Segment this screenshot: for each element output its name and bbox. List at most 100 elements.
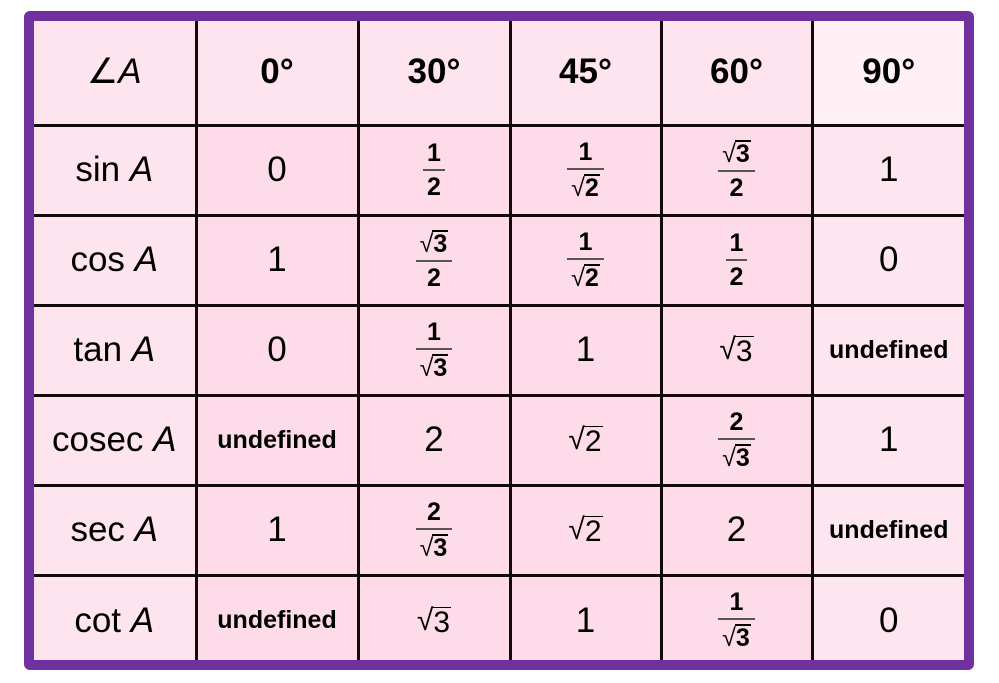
undefined-text: undefined [829, 515, 949, 544]
value-text: 0 [879, 600, 899, 640]
table-row-sec: sec A 1 2 √ 3 √ 2 2 undefined [34, 483, 964, 577]
value-cell-tan-30: 1 √ 3 [356, 303, 512, 397]
denominator: √ 2 [567, 260, 604, 291]
value-cell-tan-0: 0 [194, 303, 360, 397]
radicand: 3 [734, 139, 751, 168]
radical-sign-icon: √ [419, 229, 434, 258]
function-variable: A [153, 420, 177, 459]
numerator: 1 [427, 138, 441, 167]
value-text: 1 [267, 510, 287, 549]
value-cell-sec-90: undefined [810, 483, 964, 577]
fraction: √ 3 2 [718, 139, 755, 201]
function-label-sin: sin A [34, 123, 198, 217]
value-cell-tan-45: 1 [508, 303, 663, 397]
numerator: 1 [729, 228, 744, 257]
function-variable: A [134, 240, 159, 279]
angle-30-header: 30° [356, 21, 512, 127]
radical-sign-icon: √ [416, 603, 434, 637]
function-label-tan: tan A [34, 303, 198, 397]
sqrt-expression: √ 2 [568, 513, 603, 547]
function-label-cosec: cosec A [34, 393, 198, 487]
value-cell-tan-90: undefined [810, 303, 964, 397]
fraction: 1 √ 3 [415, 319, 453, 382]
denominator: √ 3 [718, 620, 755, 651]
table-row-cot: cot A undefined √ 3 1 1 √ 3 0 [34, 573, 964, 660]
sqrt-expression: √ 3 [722, 139, 751, 168]
value-cell-sec-45: √ 2 [508, 483, 663, 577]
value-cell-sec-60: 2 [659, 483, 814, 577]
radical-sign-icon: √ [568, 423, 585, 456]
function-variable: A [134, 510, 159, 549]
numerator: √ 3 [416, 229, 453, 260]
function-variable: A [130, 600, 155, 640]
radicand: 3 [432, 229, 449, 258]
value-cell-cot-60: 1 √ 3 [659, 573, 814, 660]
radicand: 3 [734, 335, 754, 368]
value-cell-sin-45: 1 √ 2 [508, 123, 663, 217]
radicand: 2 [583, 425, 603, 458]
value-text: 0 [879, 240, 899, 279]
table-row-cos: cos A 1 √ 3 2 1 √ 2 1 2 0 [34, 213, 964, 307]
function-label-cos: cos A [34, 213, 198, 307]
fraction: 1 √ 3 [718, 590, 755, 651]
numerator: √ 3 [718, 139, 755, 170]
value-cell-cosec-30: 2 [356, 393, 512, 487]
value-cell-cot-90: 0 [810, 573, 964, 660]
sqrt-expression: √ 3 [416, 603, 452, 638]
value-cell-sin-90: 1 [810, 123, 964, 217]
numerator: 2 [427, 497, 441, 526]
sqrt-expression: √ 2 [568, 423, 603, 458]
radicand: 3 [734, 443, 751, 472]
undefined-text: undefined [217, 606, 337, 635]
value-text: 0 [267, 330, 287, 369]
fraction: 12 [725, 228, 748, 291]
denominator: 2 [427, 263, 441, 292]
radicand: 3 [432, 533, 449, 562]
angle-60-header: 60° [659, 21, 814, 127]
radical-sign-icon: √ [571, 263, 585, 292]
trig-table-frame: ∠A 0° 30° 45° 60° 90° sin A 0 1 2 1 √ 2 √ 3 2 1 cos… [24, 11, 974, 670]
trig-ratios-table: ∠A 0° 30° 45° 60° 90° sin A 0 1 2 1 √ 2 √ 3 2 1 cos… [34, 21, 964, 660]
value-cell-sin-60: √ 3 2 [659, 123, 814, 217]
value-cell-cosec-45: √ 2 [508, 393, 663, 487]
value-cell-cot-0: undefined [194, 573, 360, 660]
value-cell-cos-60: 12 [659, 213, 814, 307]
sqrt-expression: √ 2 [571, 263, 600, 292]
radicand: 2 [583, 173, 600, 202]
angle-45-header: 45° [508, 21, 663, 127]
radical-sign-icon: √ [722, 139, 736, 168]
value-cell-cot-45: 1 [508, 573, 663, 660]
value-text: 1 [879, 150, 899, 189]
radicand: 3 [432, 353, 449, 382]
function-variable: A [131, 330, 156, 369]
radical-sign-icon: √ [419, 353, 434, 382]
denominator: 2 [427, 172, 441, 201]
angle-header-cell: ∠A [34, 21, 198, 127]
sqrt-expression: √ 3 [419, 353, 449, 382]
value-cell-tan-60: √ 3 [659, 303, 814, 397]
radical-sign-icon: √ [571, 173, 585, 202]
header-row: ∠A 0° 30° 45° 60° 90° [34, 21, 964, 127]
denominator: 2 [729, 262, 744, 291]
function-name: sec [70, 510, 125, 549]
function-variable: A [129, 150, 154, 189]
value-cell-sin-0: 0 [194, 123, 360, 217]
fraction: 2 √ 3 [415, 497, 453, 562]
value-text: 2 [424, 420, 444, 459]
sqrt-expression: √ 3 [419, 229, 449, 258]
function-label-cot: cot A [34, 573, 198, 660]
numerator: 2 [729, 407, 744, 436]
denominator: √ 3 [718, 440, 755, 471]
value-cell-sec-0: 1 [194, 483, 360, 577]
value-cell-cosec-60: 2 √ 3 [659, 393, 814, 487]
function-name: cosec [51, 420, 144, 459]
radicand: 2 [583, 263, 600, 292]
angle-variable: A [118, 52, 142, 92]
value-cell-cosec-90: 1 [810, 393, 964, 487]
angle-0-header: 0° [194, 21, 360, 127]
value-cell-cos-0: 1 [194, 213, 360, 307]
value-cell-cos-30: √ 3 2 [356, 213, 512, 307]
angle-90-header: 90° [810, 21, 964, 127]
denominator: √ 2 [567, 170, 604, 201]
fraction: 2 √ 3 [718, 407, 755, 471]
